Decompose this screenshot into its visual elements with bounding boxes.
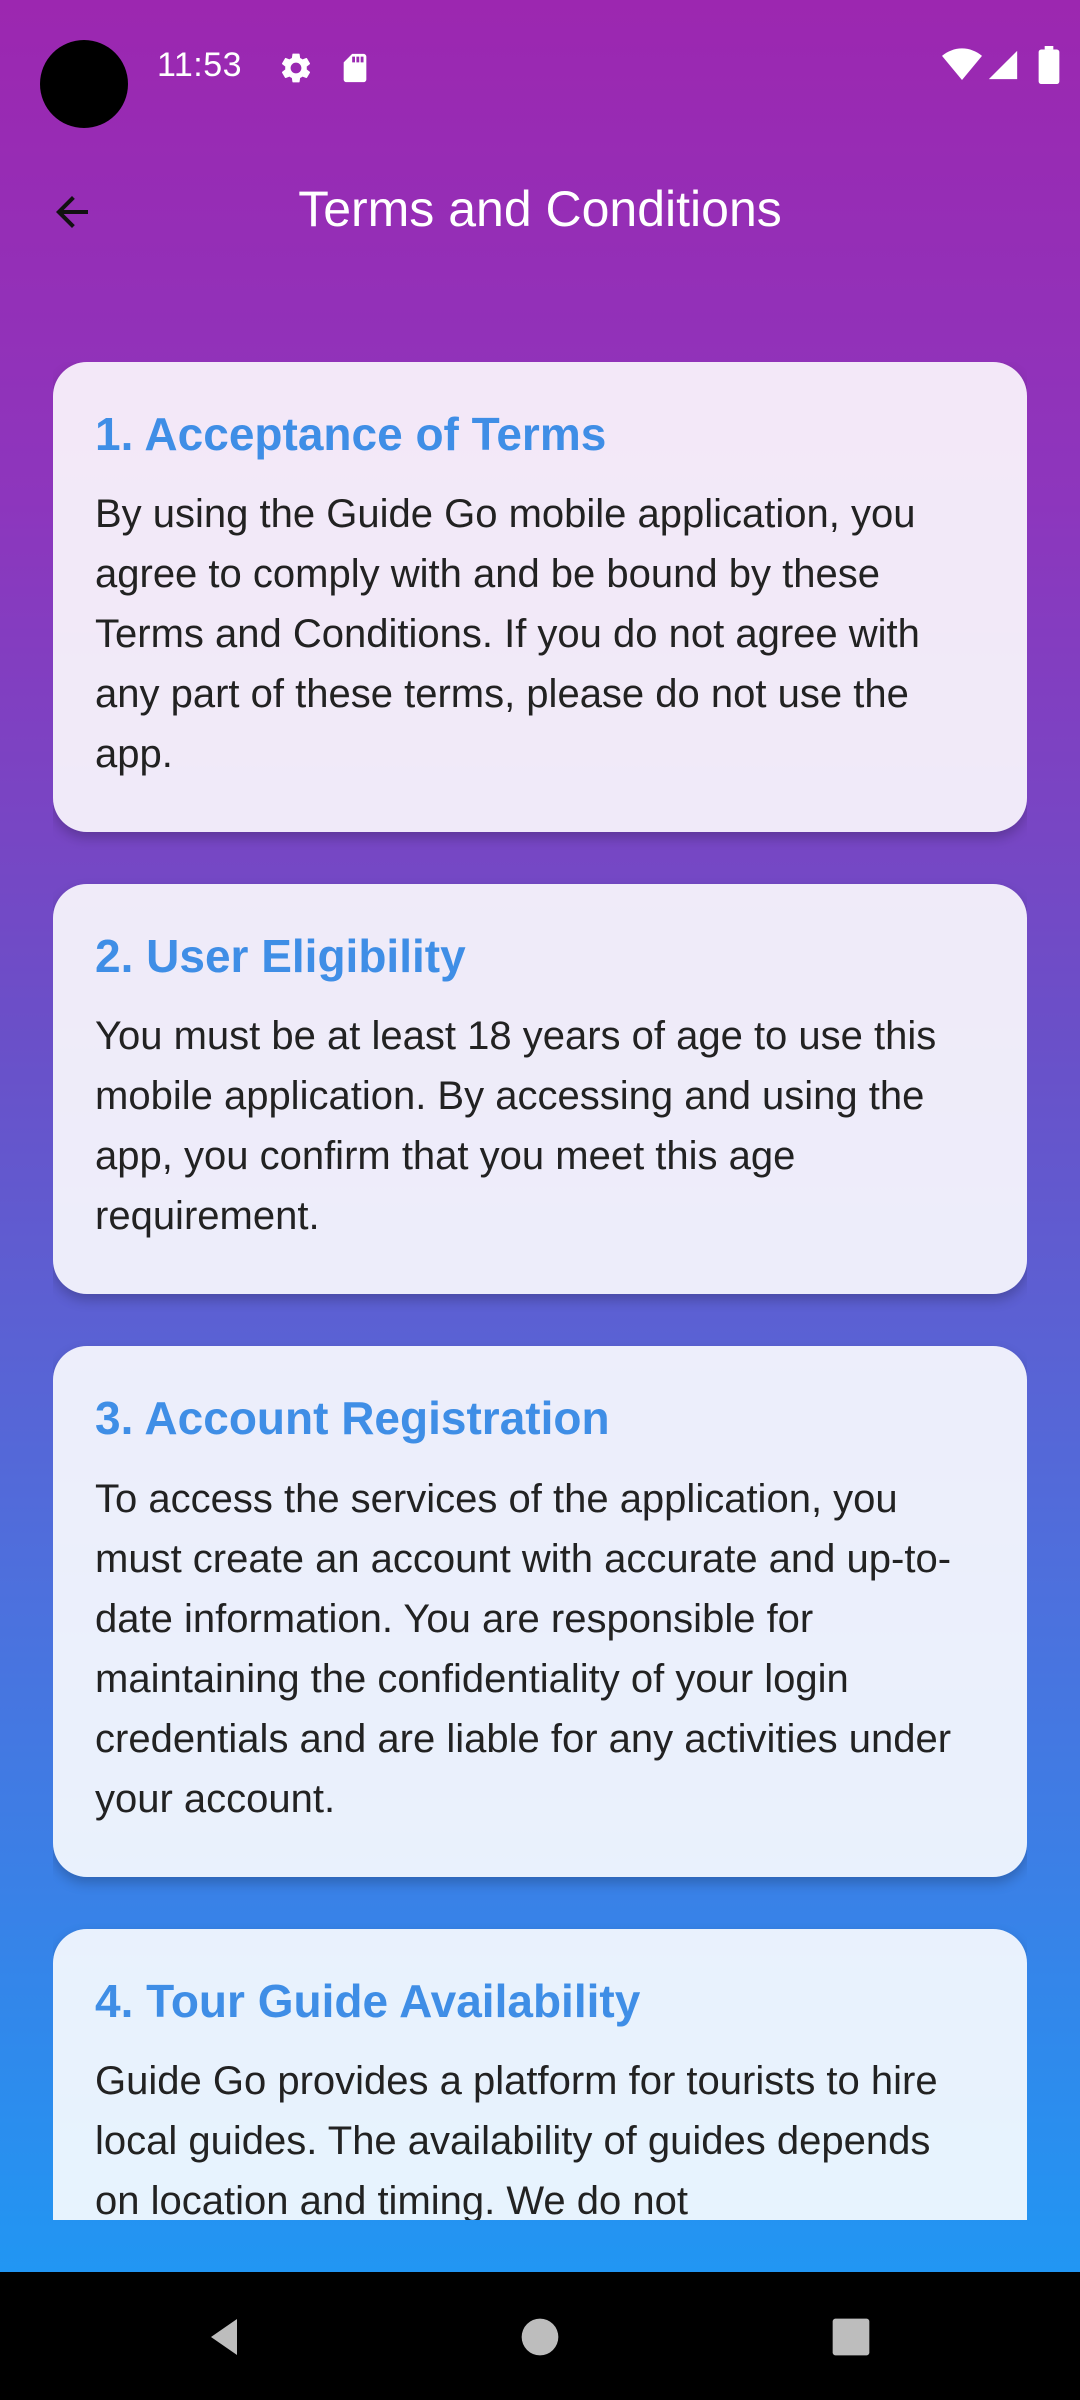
system-nav-bar bbox=[0, 2272, 1080, 2400]
camera-cutout bbox=[40, 40, 128, 128]
nav-back-button[interactable] bbox=[190, 2302, 260, 2372]
battery-icon bbox=[1038, 46, 1060, 89]
section-body: To access the services of the applicatio… bbox=[95, 1476, 952, 1821]
terms-section-card: 4. Tour Guide Availability Guide Go prov… bbox=[53, 1928, 1027, 2220]
sd-card-icon bbox=[338, 50, 372, 91]
home-circle-icon bbox=[521, 2318, 559, 2356]
nav-home-button[interactable] bbox=[505, 2302, 575, 2372]
terms-list[interactable]: 1. Acceptance of Terms By using the Guid… bbox=[53, 362, 1027, 2220]
terms-section-card: 2. User Eligibility You must be at least… bbox=[53, 884, 1027, 1295]
section-title: 4. Tour Guide Availability bbox=[95, 1974, 641, 2027]
section-body: By using the Guide Go mobile application… bbox=[95, 492, 920, 777]
app-screen: 11:53 Terms and Conditions 1. Acceptance… bbox=[0, 0, 1080, 2272]
section-body: You must be at least 18 years of age to … bbox=[95, 1014, 937, 1239]
section-title: 2. User Eligibility bbox=[95, 930, 466, 983]
status-time: 11:53 bbox=[157, 46, 243, 84]
app-bar: Terms and Conditions bbox=[0, 150, 1080, 270]
section-title: 1. Acceptance of Terms bbox=[95, 408, 607, 460]
status-bar: 11:53 bbox=[0, 0, 1080, 130]
recents-square-icon bbox=[832, 2318, 870, 2356]
back-triangle-icon bbox=[211, 2319, 237, 2355]
terms-section-card: 1. Acceptance of Terms By using the Guid… bbox=[53, 362, 1027, 833]
nav-recents-button[interactable] bbox=[816, 2302, 886, 2372]
terms-section-card: 3. Account Registration To access the se… bbox=[53, 1346, 1027, 1877]
signal-icon bbox=[986, 48, 1020, 87]
page-title: Terms and Conditions bbox=[298, 181, 782, 237]
settings-icon bbox=[278, 50, 314, 91]
section-body: Guide Go provides a platform for tourist… bbox=[95, 2058, 938, 2220]
wifi-icon bbox=[942, 48, 982, 87]
section-title: 3. Account Registration bbox=[95, 1392, 610, 1445]
